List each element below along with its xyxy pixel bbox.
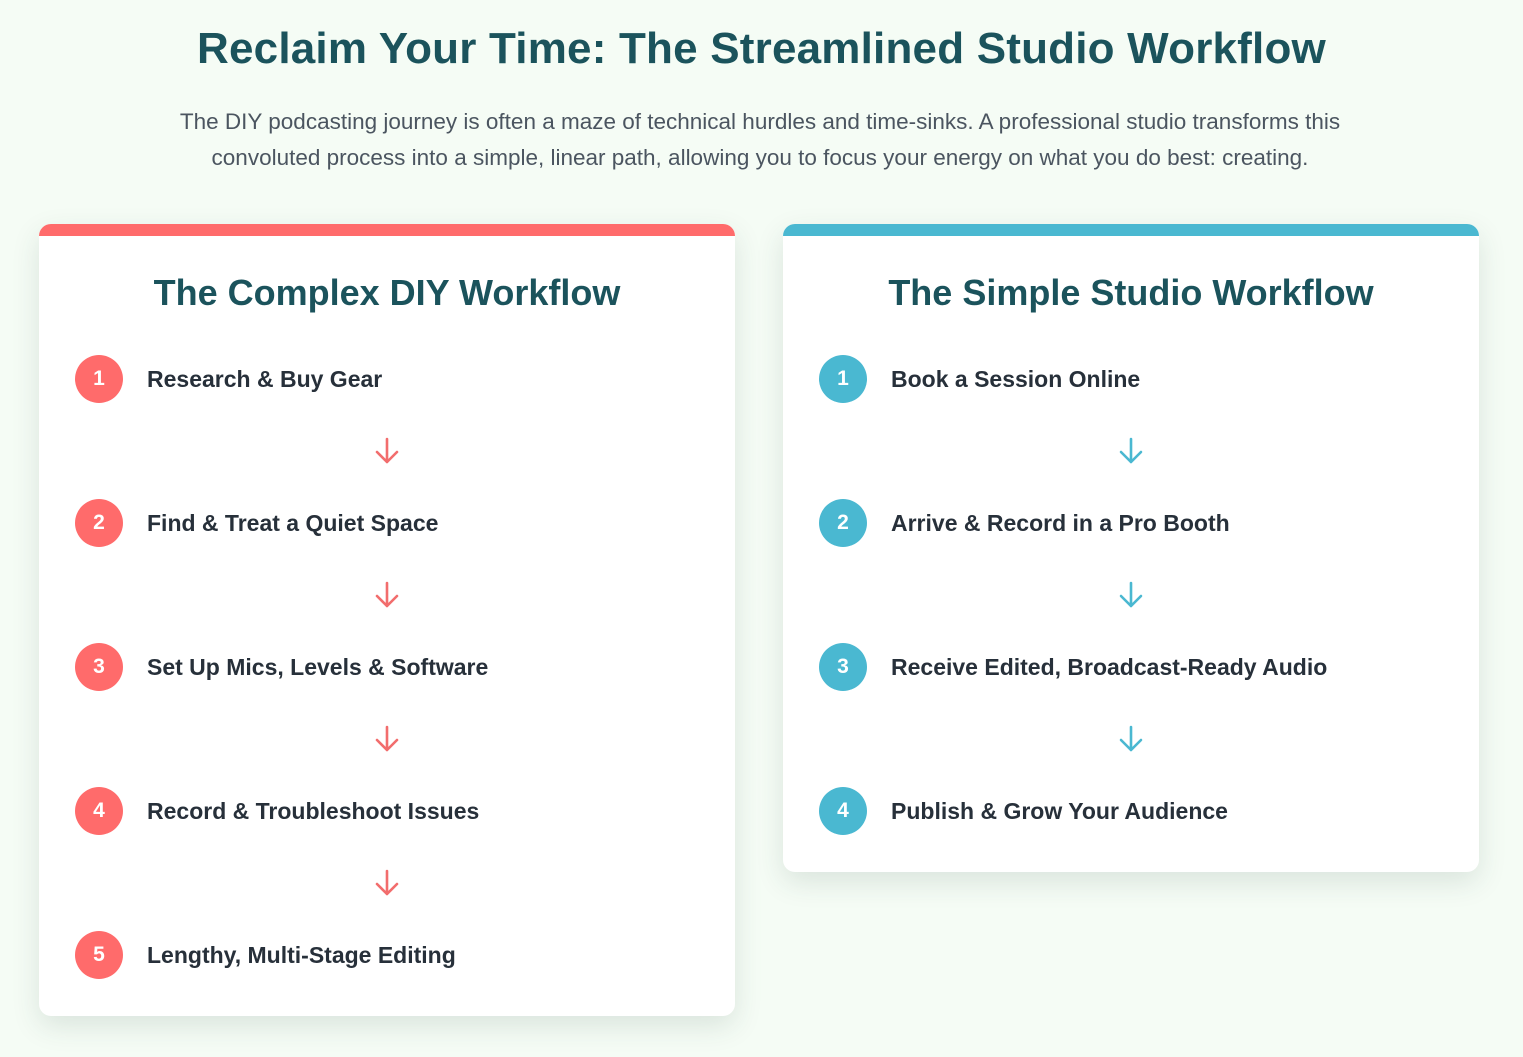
studio-step: 1 Book a Session Online (819, 355, 1443, 403)
diy-steps-list: 1 Research & Buy Gear 2 Find & Treat a Q… (75, 355, 699, 979)
step-number-badge: 5 (75, 931, 123, 979)
step-connector (75, 835, 699, 931)
studio-steps-list: 1 Book a Session Online 2 Arrive & Recor… (819, 355, 1443, 835)
arrow-down-icon (1119, 437, 1143, 464)
studio-workflow-card: The Simple Studio Workflow 1 Book a Sess… (783, 224, 1479, 872)
intro-line-1: The DIY podcasting journey is often a ma… (179, 109, 1341, 134)
intro-line-2: convoluted process into a simple, linear… (211, 145, 1309, 170)
studio-step: 3 Receive Edited, Broadcast-Ready Audio (819, 643, 1443, 691)
diy-step: 5 Lengthy, Multi-Stage Editing (75, 931, 699, 979)
arrow-down-icon (1119, 581, 1143, 608)
step-connector (75, 691, 699, 787)
step-label: Publish & Grow Your Audience (891, 797, 1228, 824)
diy-step: 1 Research & Buy Gear (75, 355, 699, 403)
diy-step: 3 Set Up Mics, Levels & Software (75, 643, 699, 691)
step-label: Record & Troubleshoot Issues (147, 797, 480, 824)
diy-accent-bar (39, 224, 735, 236)
diy-workflow-title: The Complex DIY Workflow (153, 272, 621, 313)
step-connector (819, 547, 1443, 643)
arrow-down-icon (375, 725, 399, 752)
step-number-badge: 4 (75, 787, 123, 835)
step-label: Research & Buy Gear (147, 365, 383, 392)
step-label: Arrive & Record in a Pro Booth (891, 509, 1230, 536)
arrow-down-icon (375, 869, 399, 896)
arrow-down-icon (1119, 725, 1143, 752)
studio-workflow-title: The Simple Studio Workflow (888, 272, 1374, 313)
diy-step: 2 Find & Treat a Quiet Space (75, 499, 699, 547)
step-connector (819, 691, 1443, 787)
step-number-badge: 3 (819, 643, 867, 691)
step-number-badge: 3 (75, 643, 123, 691)
step-connector (75, 547, 699, 643)
step-number-badge: 2 (819, 499, 867, 547)
diy-step: 4 Record & Troubleshoot Issues (75, 787, 699, 835)
step-label: Receive Edited, Broadcast-Ready Audio (891, 653, 1328, 680)
step-label: Set Up Mics, Levels & Software (147, 653, 489, 680)
arrow-down-icon (375, 437, 399, 464)
studio-step: 2 Arrive & Record in a Pro Booth (819, 499, 1443, 547)
step-number-badge: 1 (819, 355, 867, 403)
intro-paragraph: The DIY podcasting journey is often a ma… (80, 104, 1440, 176)
step-label: Find & Treat a Quiet Space (147, 509, 439, 536)
arrow-down-icon (375, 581, 399, 608)
step-number-badge: 4 (819, 787, 867, 835)
step-number-badge: 1 (75, 355, 123, 403)
studio-step: 4 Publish & Grow Your Audience (819, 787, 1443, 835)
page-title: Reclaim Your Time: The Streamlined Studi… (197, 24, 1326, 73)
studio-accent-bar (783, 224, 1479, 236)
diy-workflow-card: The Complex DIY Workflow 1 Research & Bu… (39, 224, 735, 1016)
step-label: Book a Session Online (891, 365, 1141, 392)
step-number-badge: 2 (75, 499, 123, 547)
step-label: Lengthy, Multi-Stage Editing (147, 941, 456, 968)
step-connector (75, 403, 699, 499)
step-connector (819, 403, 1443, 499)
